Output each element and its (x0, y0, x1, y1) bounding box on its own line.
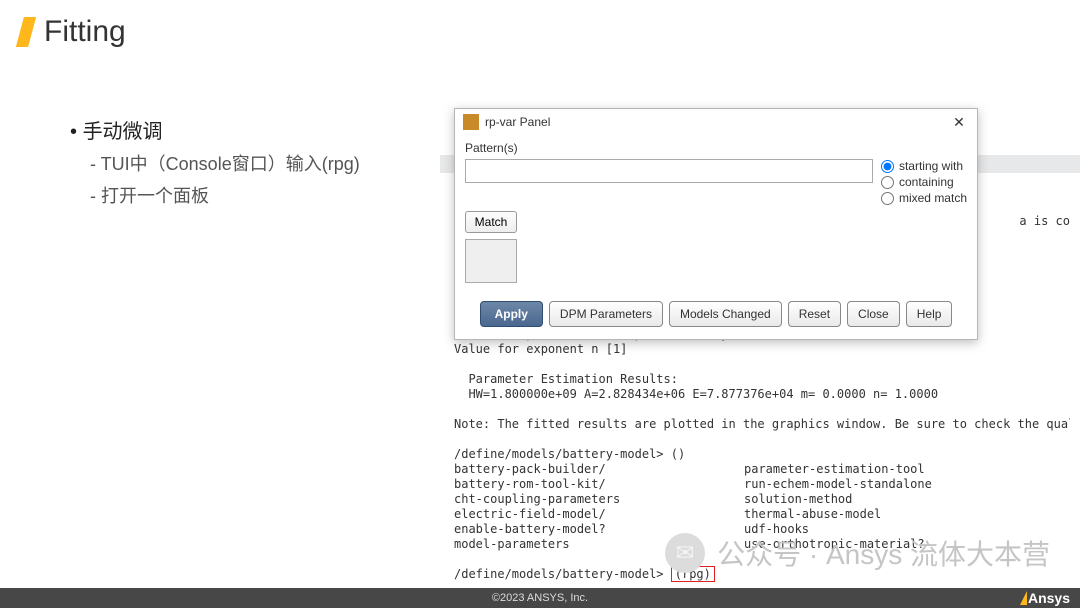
dpm-parameters-button[interactable]: DPM Parameters (549, 301, 663, 327)
logo-text: Ansys (1028, 590, 1070, 606)
close-icon[interactable]: ✕ (949, 114, 969, 131)
menu-l2: cht-coupling-parameters (454, 492, 744, 507)
console-menu-prompt: /define/models/battery-model> () (454, 447, 685, 461)
menu-row: battery-pack-builder/parameter-estimatio… (454, 462, 925, 476)
pattern-row: starting with containing mixed match (465, 159, 967, 205)
menu-row: model-parametersuse-orthotropic-material… (454, 537, 925, 551)
menu-row: cht-coupling-parameterssolution-method (454, 492, 852, 506)
bullet-main: 手动微调 (70, 115, 360, 144)
console-overflow-text: a is co (1019, 214, 1070, 228)
menu-l3: electric-field-model/ (454, 507, 744, 522)
menu-r0: parameter-estimation-tool (744, 462, 925, 476)
panel-title: rp-var Panel (485, 115, 949, 129)
footer: ©2023 ANSYS, Inc. Ansys (0, 588, 1080, 608)
logo-triangle-icon (1020, 591, 1027, 605)
radio-containing-label: containing (899, 175, 954, 189)
bullet-sub-1: TUI中（Console窗口）输入(rpg) (90, 150, 360, 176)
radio-starting-label: starting with (899, 159, 963, 173)
footer-text: ©2023 ANSYS, Inc. (492, 592, 588, 604)
menu-row: enable-battery-model?udf-hooks (454, 522, 809, 536)
menu-r1: run-echem-model-standalone (744, 477, 932, 491)
radio-starting[interactable]: starting with (881, 159, 967, 173)
match-button[interactable]: Match (465, 211, 517, 233)
apply-button[interactable]: Apply (480, 301, 543, 327)
panel-header: rp-var Panel ✕ (455, 109, 977, 135)
menu-l1: battery-rom-tool-kit/ (454, 477, 744, 492)
patterns-label: Pattern(s) (465, 141, 967, 155)
menu-l5: model-parameters (454, 537, 744, 552)
menu-r2: solution-method (744, 492, 852, 506)
reset-button[interactable]: Reset (788, 301, 841, 327)
bullet-sub-2: 打开一个面板 (90, 182, 360, 208)
bullet-list: 手动微调 TUI中（Console窗口）输入(rpg) 打开一个面板 (70, 115, 360, 208)
close-button[interactable]: Close (847, 301, 900, 327)
menu-row: battery-rom-tool-kit/run-echem-model-sta… (454, 477, 932, 491)
menu-l4: enable-battery-model? (454, 522, 744, 537)
slide: Fitting 手动微调 TUI中（Console窗口）输入(rpg) 打开一个… (0, 0, 1080, 608)
panel-body: Pattern(s) starting with containing mixe… (455, 135, 977, 293)
radio-mixed-input[interactable] (881, 192, 894, 205)
title-bar: Fitting (20, 15, 126, 49)
pattern-input[interactable] (465, 159, 873, 183)
rpvar-panel: rp-var Panel ✕ Pattern(s) starting with … (454, 108, 978, 340)
menu-row: electric-field-model/thermal-abuse-model (454, 507, 881, 521)
models-changed-button[interactable]: Models Changed (669, 301, 782, 327)
radio-containing[interactable]: containing (881, 175, 967, 189)
console-prompt2: /define/models/battery-model> (454, 567, 671, 581)
menu-r4: udf-hooks (744, 522, 809, 536)
help-button[interactable]: Help (906, 301, 953, 327)
menu-r3: thermal-abuse-model (744, 507, 881, 521)
rpg-highlight: (rpg) (671, 566, 715, 582)
ansys-logo: Ansys (1020, 588, 1070, 608)
radio-starting-input[interactable] (881, 160, 894, 173)
menu-r5: use-orthotropic-material? (744, 537, 925, 551)
menu-l0: battery-pack-builder/ (454, 462, 744, 477)
panel-icon (463, 114, 479, 130)
radio-containing-input[interactable] (881, 176, 894, 189)
radio-mixed-label: mixed match (899, 191, 967, 205)
radio-mixed[interactable]: mixed match (881, 191, 967, 205)
results-list[interactable] (465, 239, 517, 283)
panel-buttons: Apply DPM Parameters Models Changed Rese… (455, 293, 977, 339)
page-title: Fitting (44, 15, 126, 49)
radio-group: starting with containing mixed match (881, 159, 967, 205)
title-accent (16, 17, 36, 47)
